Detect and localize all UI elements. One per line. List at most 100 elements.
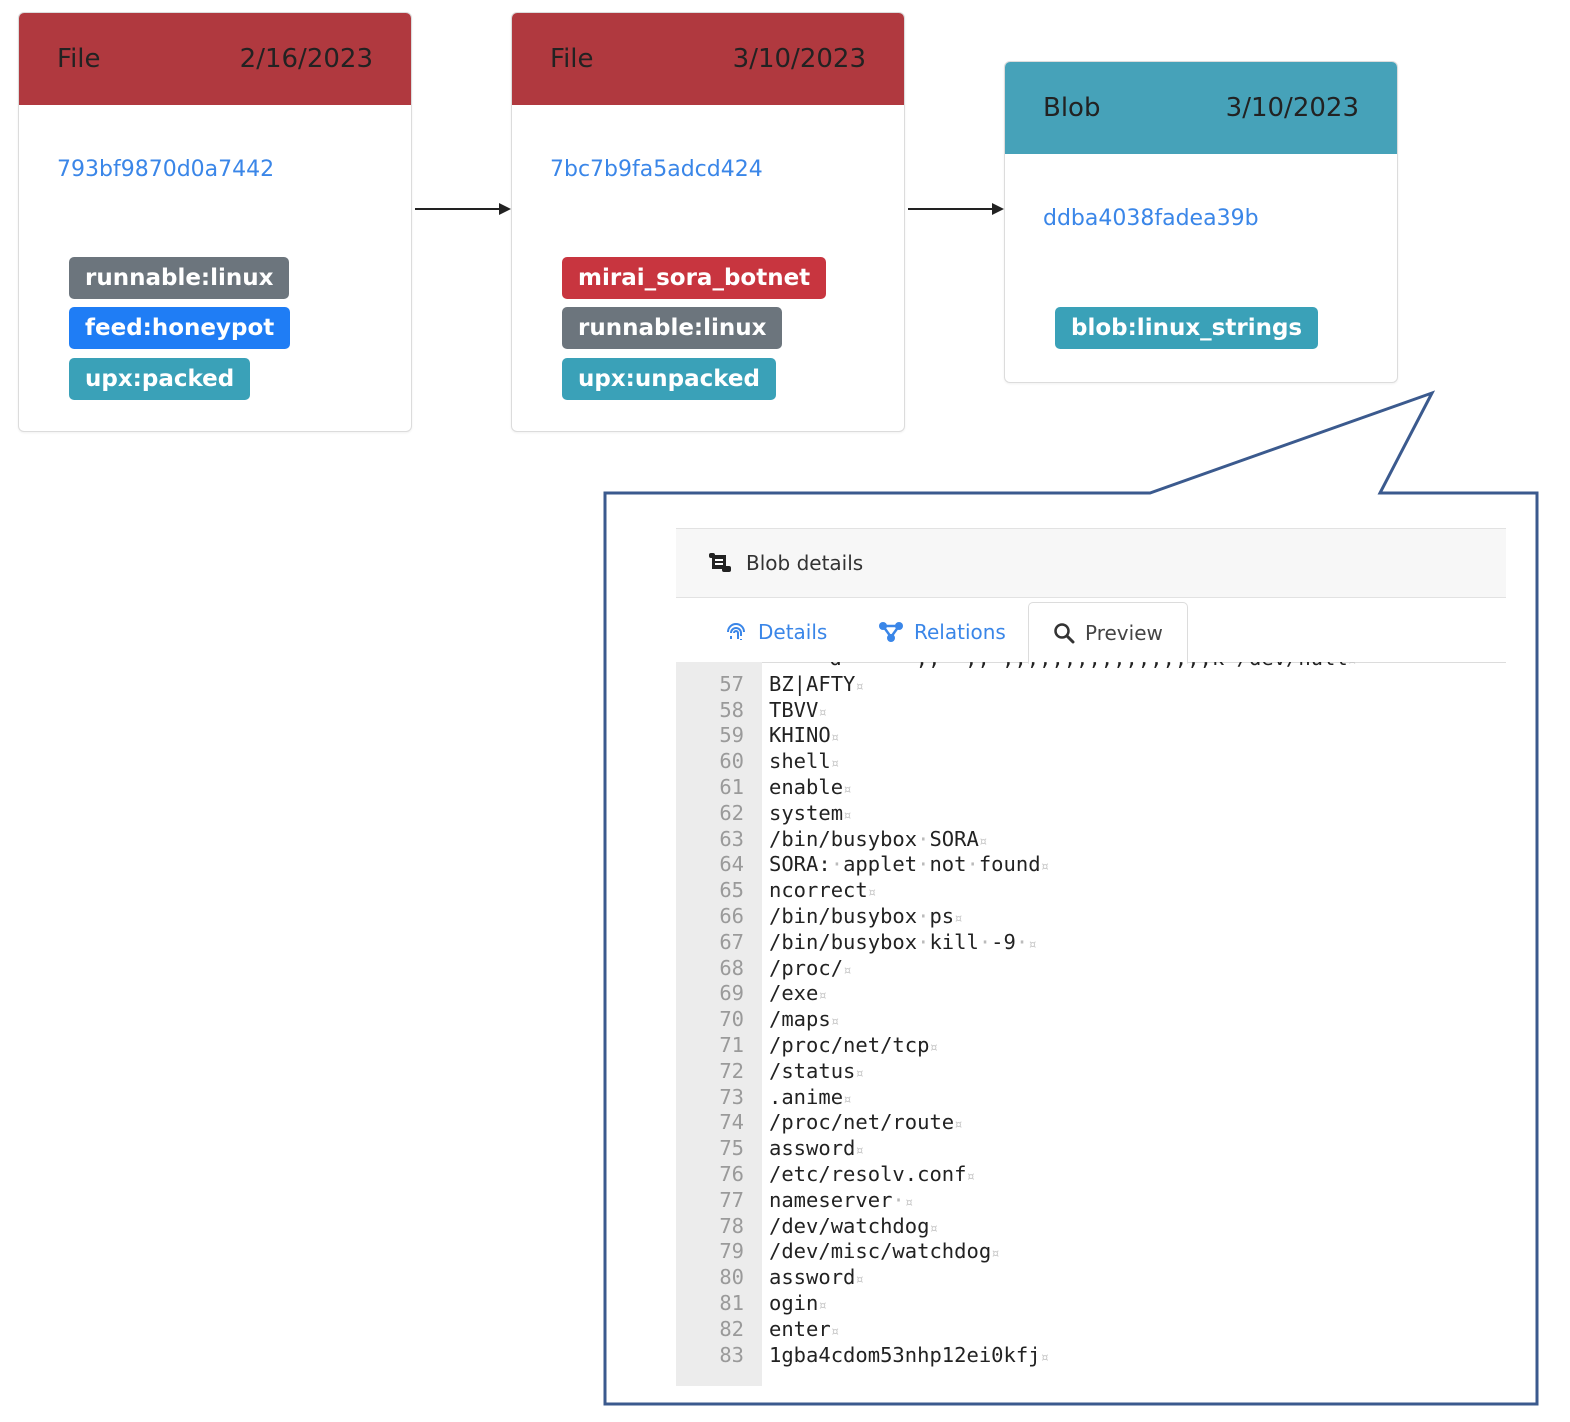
code-line: 63/bin/busybox·SORA¤: [676, 827, 1506, 853]
tag-upx-unpacked[interactable]: upx:unpacked: [562, 358, 776, 400]
eol-marker: ¤: [904, 1194, 914, 1211]
code-line-partial: -d------,,--,,-,,,,,,,,,,,,,,,,,k-/dev/n…: [676, 662, 1506, 672]
line-number: 65: [719, 878, 744, 903]
code-preview[interactable]: -d------,,--,,-,,,,,,,,,,,,,,,,,k-/dev/n…: [676, 662, 1506, 1386]
eol-marker: ¤: [830, 730, 840, 747]
eol-marker: ¤: [991, 1246, 1000, 1263]
eol-marker: ¤: [867, 885, 877, 902]
code-line: 76/etc/resolv.conf¤: [676, 1162, 1506, 1188]
blob-node[interactable]: Blob 3/10/2023 ddba4038fadea39b blob:lin…: [1004, 61, 1398, 383]
tag-runnable-linux[interactable]: runnable:linux: [562, 307, 783, 349]
panel-title: Blob details: [746, 551, 864, 575]
line-number: 72: [719, 1058, 744, 1083]
eol-marker: ¤: [954, 1117, 963, 1134]
node-hash-link[interactable]: ddba4038fadea39b: [1043, 206, 1259, 231]
code-line: 70/maps¤: [676, 1007, 1506, 1033]
code-text: TBVV: [769, 697, 819, 722]
eol-marker: ¤: [843, 807, 852, 824]
code-line: 73 .anime¤: [676, 1085, 1506, 1111]
relations-icon: [879, 622, 903, 642]
eol-marker: ¤: [843, 781, 852, 798]
panel-header: Blob details: [676, 528, 1506, 598]
eol-marker: ¤: [929, 1220, 938, 1237]
code-line: 77 nameserver·¤: [676, 1188, 1506, 1214]
line-number: 74: [719, 1110, 744, 1135]
file-node-2[interactable]: File 3/10/2023 7bc7b9fa5adcd424 mirai_so…: [511, 12, 905, 432]
line-number: 64: [719, 852, 744, 877]
node-type-label: File: [57, 44, 101, 74]
eol-marker: ¤: [855, 1272, 864, 1289]
node-hash-link[interactable]: 7bc7b9fa5adcd424: [550, 157, 763, 182]
eol-marker: ¤: [830, 1014, 840, 1031]
search-icon: [1054, 623, 1075, 644]
code-line: 58 TBVV¤: [676, 698, 1506, 724]
code-text: shell: [769, 749, 831, 774]
line-number: 61: [719, 774, 744, 799]
code-text: 1gba4cdom53nhp12ei0kfj: [769, 1342, 1041, 1367]
code-text: -d------,,--,,-,,,,,,,,,,,,,,,,,k-/dev/n…: [817, 662, 1348, 670]
tag-mirai-sora-botnet[interactable]: mirai_sora_botnet: [562, 257, 827, 299]
file-node-header: File 2/16/2023: [19, 13, 411, 105]
code-line: 68/proc/¤: [676, 956, 1506, 982]
eol-marker: ¤: [843, 962, 852, 979]
file-node-1[interactable]: File 2/16/2023 793bf9870d0a7442 runnable…: [18, 12, 412, 432]
code-text: /proc/: [769, 955, 844, 980]
code-text: .anime: [769, 1084, 844, 1109]
code-line: 82 enter¤: [676, 1317, 1506, 1343]
code-text: /proc/net/route: [769, 1110, 955, 1135]
line-number: 83: [719, 1342, 744, 1367]
code-line: 67/bin/busybox·kill·-9·¤: [676, 930, 1506, 956]
code-line: 83 1gba4cdom53nhp12ei0kfj¤: [676, 1343, 1506, 1369]
tab-details[interactable]: Details: [724, 602, 827, 662]
line-number: 73: [719, 1084, 744, 1109]
code-line: 64 SORA:·applet·not·found¤: [676, 852, 1506, 878]
edge-arrow-1: [415, 203, 511, 215]
code-text: /status: [769, 1058, 856, 1083]
eol-marker: ¤: [855, 1143, 864, 1160]
blob-details-panel: Blob details Details Relations Preview 5…: [676, 528, 1506, 1386]
tag-runnable-linux[interactable]: runnable:linux: [69, 257, 290, 299]
tab-relations[interactable]: Relations: [878, 602, 1006, 662]
code-line: 72/status¤: [676, 1059, 1506, 1085]
code-text: system: [769, 800, 844, 825]
code-text: SORA:·applet·not·found: [769, 852, 1041, 877]
code-text: assword: [769, 1136, 856, 1161]
line-number: 79: [719, 1239, 744, 1264]
eol-marker: ¤: [978, 833, 988, 850]
line-number: 69: [719, 981, 744, 1006]
line-number: 67: [719, 929, 744, 954]
code-text: assword: [769, 1265, 856, 1290]
tab-preview[interactable]: Preview: [1028, 602, 1188, 664]
line-number: 76: [719, 1161, 744, 1186]
eol-marker: ¤: [1040, 859, 1049, 876]
tag-feed-honeypot[interactable]: feed:honeypot: [69, 307, 291, 349]
code-text: ncorrect: [769, 878, 868, 903]
code-line: 80 assword¤: [676, 1265, 1506, 1291]
code-text: /exe: [769, 981, 819, 1006]
edge-arrow-2: [908, 203, 1004, 215]
code-line: 65 ncorrect¤: [676, 878, 1506, 904]
code-line: 81 ogin¤: [676, 1291, 1506, 1317]
node-hash-link[interactable]: 793bf9870d0a7442: [57, 157, 274, 182]
tag-blob-linux-strings[interactable]: blob:linux_strings: [1055, 307, 1319, 349]
code-line: 59 KHINO¤: [676, 723, 1506, 749]
scroll-icon: [709, 553, 731, 572]
tag-upx-packed[interactable]: upx:packed: [69, 358, 251, 400]
code-text: /dev/watchdog: [769, 1213, 930, 1238]
code-lines: -d------,,--,,-,,,,,,,,,,,,,,,,,k-/dev/n…: [676, 662, 1506, 1368]
code-text: /etc/resolv.conf: [769, 1161, 967, 1186]
eol-marker: ¤: [855, 1065, 864, 1082]
code-text: /bin/busybox·ps: [769, 903, 955, 928]
line-number: 58: [719, 697, 744, 722]
code-line: 69/exe¤: [676, 981, 1506, 1007]
node-type-label: Blob: [1043, 93, 1101, 123]
eol-marker: ¤: [818, 1297, 827, 1314]
eol-marker: ¤: [966, 1168, 975, 1185]
node-date: 2/16/2023: [239, 44, 373, 74]
eol-marker: ¤: [1040, 1349, 1049, 1366]
fingerprint-icon: [727, 623, 745, 640]
blob-node-header: Blob 3/10/2023: [1005, 62, 1397, 154]
code-line: 78/dev/watchdog¤: [676, 1214, 1506, 1240]
eol-marker: ¤: [1348, 662, 1356, 669]
eol-marker: ¤: [843, 1091, 852, 1108]
